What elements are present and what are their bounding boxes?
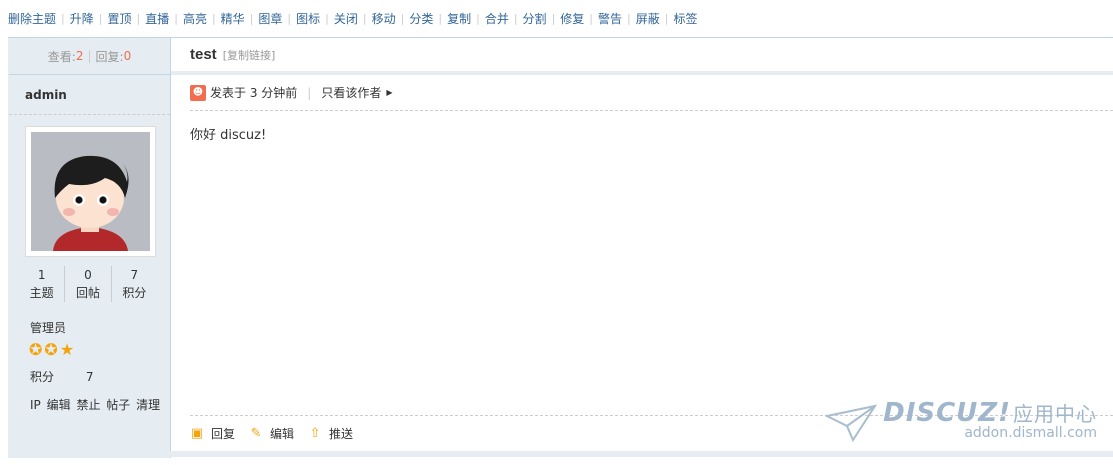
toolbar-item[interactable]: 图章 (258, 10, 282, 27)
meta-divider: | (307, 85, 312, 100)
user-group[interactable]: 管理员 (30, 319, 66, 336)
toolbar-item[interactable]: 标签 (673, 10, 697, 27)
stat-value: 0 (84, 268, 92, 282)
toolbar-item[interactable]: 修复 (560, 10, 584, 27)
stat-value: 7 (130, 268, 139, 282)
post: 查看: 2 | 回复: 0 admin 1 主题 0 回帖 7 积分 管理员 ✪… (8, 37, 1113, 458)
sun-icon: ✪ (29, 340, 43, 359)
author-name[interactable]: admin (9, 75, 170, 115)
caret-right-icon: ▶ (386, 88, 393, 97)
stat-label: 回帖 (75, 286, 100, 300)
replies-count: 0 (123, 49, 132, 63)
watermark-cn: 应用中心 (1013, 402, 1097, 426)
avatar-image (31, 132, 150, 251)
post-sidebar: 查看: 2 | 回复: 0 admin 1 主题 0 回帖 7 积分 管理员 ✪… (8, 38, 171, 458)
toolbar-divider: | (400, 11, 405, 25)
toolbar-item[interactable]: 升降 (70, 10, 94, 27)
post-time: 发表于 3 分钟前 (210, 86, 298, 100)
toolbar-item[interactable]: 分类 (409, 10, 433, 27)
toolbar-divider: | (513, 11, 518, 25)
toolbar-item[interactable]: 精华 (221, 10, 245, 27)
toolbar-item[interactable]: 高亮 (183, 10, 207, 27)
replies-label: 回复: (95, 49, 124, 64)
stat-posts[interactable]: 0 回帖 (64, 266, 110, 302)
toolbar-divider: | (589, 11, 594, 25)
credits-label: 积分 (30, 370, 55, 384)
sun-icon: ✪ (44, 340, 58, 359)
stat-value: 1 (37, 268, 46, 282)
toolbar-divider: | (627, 11, 631, 25)
reply-label: 回复 (211, 427, 236, 441)
toolbar-item[interactable]: 屏蔽 (636, 10, 660, 27)
toolbar-divider: | (61, 11, 65, 25)
thread-title: test (190, 46, 217, 63)
views-label: 查看: (47, 49, 76, 64)
toolbar-divider: | (287, 11, 292, 25)
author-stats: 1 主题 0 回帖 7 积分 (19, 266, 157, 302)
post-main: test [复制链接] ☻ 发表于 3 分钟前 | 只看该作者 ▶ 你好 dis… (171, 38, 1113, 458)
avatar[interactable] (25, 126, 156, 257)
pencil-icon: ✎ (250, 425, 262, 441)
moderation-toolbar: 删除主题 | 升降 | 置顶 | 直播 | 高亮 | 精华 | 图章 | 图标 | 关闭 | 移动 | 分类 | 复制 | 合并… (8, 10, 698, 26)
toolbar-divider: | (211, 11, 216, 25)
stat-threads[interactable]: 1 主题 (19, 266, 64, 302)
toolbar-item[interactable]: 图标 (296, 10, 320, 27)
toolbar-divider: | (551, 11, 556, 25)
toolbar-divider: | (362, 11, 367, 25)
views-count: 2 (75, 49, 84, 63)
credits-value: 7 (85, 370, 94, 384)
admin-link-clean[interactable]: 清理 (136, 398, 160, 412)
push-label: 推送 (329, 427, 354, 441)
comment-icon: ▣ (190, 425, 204, 441)
admin-link-posts[interactable]: 帖子 (106, 398, 130, 412)
user-icon: ☻ (190, 84, 206, 101)
reply-button[interactable]: ▣ 回复 (190, 425, 235, 442)
rank-stars: ✪ ✪ ★ (29, 341, 74, 359)
stat-credits[interactable]: 7 积分 (110, 266, 157, 302)
copy-link[interactable]: [复制链接] (223, 47, 276, 63)
admin-link-edit[interactable]: 编辑 (47, 398, 71, 412)
post-bottom-border (8, 451, 1113, 457)
watermark-brand: DISCUZ! (883, 398, 1011, 428)
edit-label: 编辑 (270, 427, 295, 441)
upload-icon: ⇧ (309, 425, 321, 441)
toolbar-divider: | (476, 11, 480, 25)
toolbar-divider: | (438, 11, 443, 25)
toolbar-divider: | (325, 11, 329, 25)
toolbar-divider: | (98, 11, 103, 25)
admin-link-ban[interactable]: 禁止 (76, 398, 100, 412)
toolbar-divider: | (664, 11, 669, 25)
toolbar-item[interactable]: 置顶 (107, 10, 131, 27)
admin-link-ip[interactable]: IP (30, 398, 41, 412)
toolbar-item[interactable]: 警告 (598, 10, 622, 27)
watermark-logo: DISCUZ! 应用中心 (883, 398, 1097, 428)
push-button[interactable]: ⇧ 推送 (308, 425, 353, 442)
paper-plane-icon (825, 404, 878, 442)
toolbar-item[interactable]: 直播 (145, 10, 169, 27)
toolbar-item[interactable]: 删除主题 (8, 10, 56, 27)
thread-stats: 查看: 2 | 回复: 0 (9, 38, 170, 75)
edit-button[interactable]: ✎ 编辑 (249, 425, 294, 442)
stats-divider: | (87, 49, 92, 63)
stat-label: 积分 (122, 286, 147, 300)
watermark: DISCUZ! 应用中心 addon.dismall.com (825, 398, 1097, 442)
toolbar-item[interactable]: 关闭 (334, 10, 358, 27)
stat-label: 主题 (29, 286, 54, 300)
toolbar-divider: | (136, 11, 141, 25)
admin-links: IP 编辑 禁止 帖子 清理 (30, 396, 162, 413)
toolbar-item[interactable]: 移动 (372, 10, 396, 27)
post-meta: ☻ 发表于 3 分钟前 | 只看该作者 ▶ (190, 75, 1113, 111)
title-row: test [复制链接] (171, 38, 1113, 75)
toolbar-divider: | (174, 11, 178, 25)
toolbar-item[interactable]: 合并 (485, 10, 509, 27)
credits-row: 积分 7 (30, 368, 93, 385)
toolbar-item[interactable]: 复制 (447, 10, 471, 27)
star-icon: ★ (59, 340, 75, 359)
toolbar-divider: | (249, 11, 254, 25)
post-content: 你好 discuz! (190, 128, 267, 143)
only-author-link[interactable]: 只看该作者 (321, 84, 381, 101)
toolbar-item[interactable]: 分割 (523, 10, 547, 27)
